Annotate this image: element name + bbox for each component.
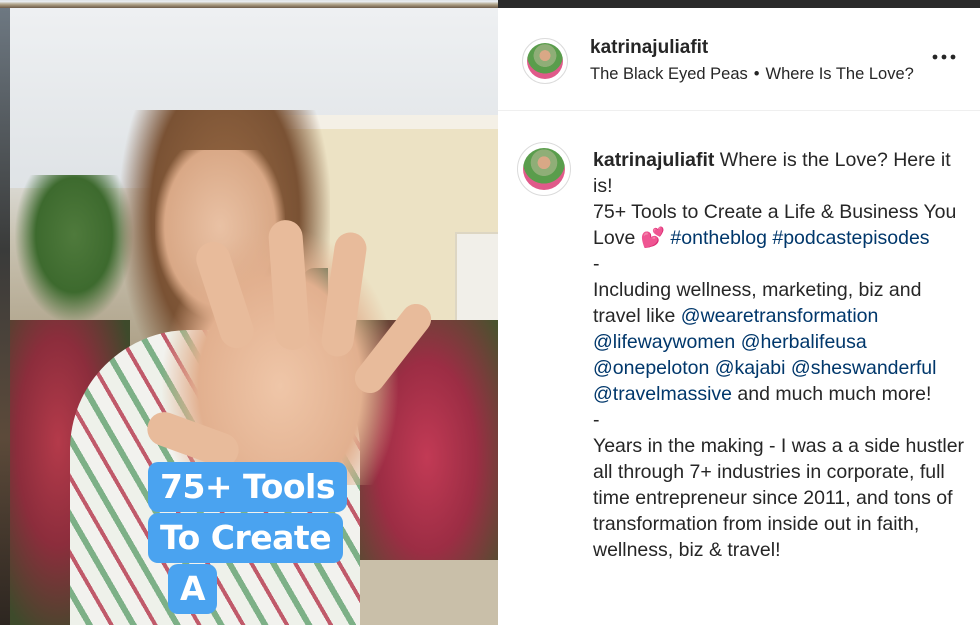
caption-dash: - <box>593 409 600 431</box>
audio-separator: • <box>753 65 760 83</box>
caption-para2-end: and much much more! <box>737 383 932 405</box>
post-username[interactable]: katrinajuliafit <box>590 37 708 59</box>
adjacent-thumbnail-strip-top <box>0 0 498 8</box>
avatar[interactable] <box>522 38 568 84</box>
mention-link[interactable]: @lifewaywomen <box>593 331 735 353</box>
caption-area: katrinajuliafit Where is the Love? Here … <box>498 111 980 625</box>
hashtag-link[interactable]: #podcastepisodes <box>772 227 929 249</box>
caption-username[interactable]: katrinajuliafit <box>593 149 714 171</box>
overlay-line: 75+ Tools <box>148 462 347 512</box>
caption-dash: - <box>593 253 600 275</box>
mention-link[interactable]: @wearetransformation <box>681 305 879 327</box>
mention-link[interactable]: @travelmassive <box>593 383 732 405</box>
mention-link[interactable]: @sheswanderful <box>791 357 937 379</box>
mention-link[interactable]: @kajabi <box>715 357 786 379</box>
caption-avatar[interactable] <box>517 142 571 196</box>
video-text-overlay: 75+ Tools To Create A <box>148 456 360 625</box>
mention-link[interactable]: @onepeloton <box>593 357 709 379</box>
audio-song[interactable]: Where Is The Love? <box>766 65 914 83</box>
post-media[interactable]: 75+ Tools To Create A <box>0 0 498 625</box>
audio-artist[interactable]: The Black Eyed Peas <box>590 65 748 83</box>
adjacent-thumbnail-strip <box>0 0 10 625</box>
overlay-line: To Create <box>148 513 344 563</box>
background-palm <box>14 175 134 325</box>
more-dots-glyph <box>932 54 956 60</box>
hashtag-link[interactable]: #ontheblog <box>670 227 767 249</box>
overlay-line: A <box>168 564 218 614</box>
mention-link[interactable]: @herbalifeusa <box>741 331 867 353</box>
more-horizontal-icon[interactable] <box>931 50 957 68</box>
post-panel: katrinajuliafit The Black Eyed Peas • Wher… <box>498 8 980 625</box>
two-hearts-emoji: 💕 <box>640 227 665 249</box>
caption-text: katrinajuliafit Where is the Love? Here … <box>593 147 968 563</box>
caption-para3: Years in the making - I was a a side hus… <box>593 435 965 561</box>
audio-attribution: The Black Eyed Peas • Where Is The Love? <box>590 65 914 84</box>
post-header: katrinajuliafit The Black Eyed Peas • Wher… <box>498 8 980 111</box>
